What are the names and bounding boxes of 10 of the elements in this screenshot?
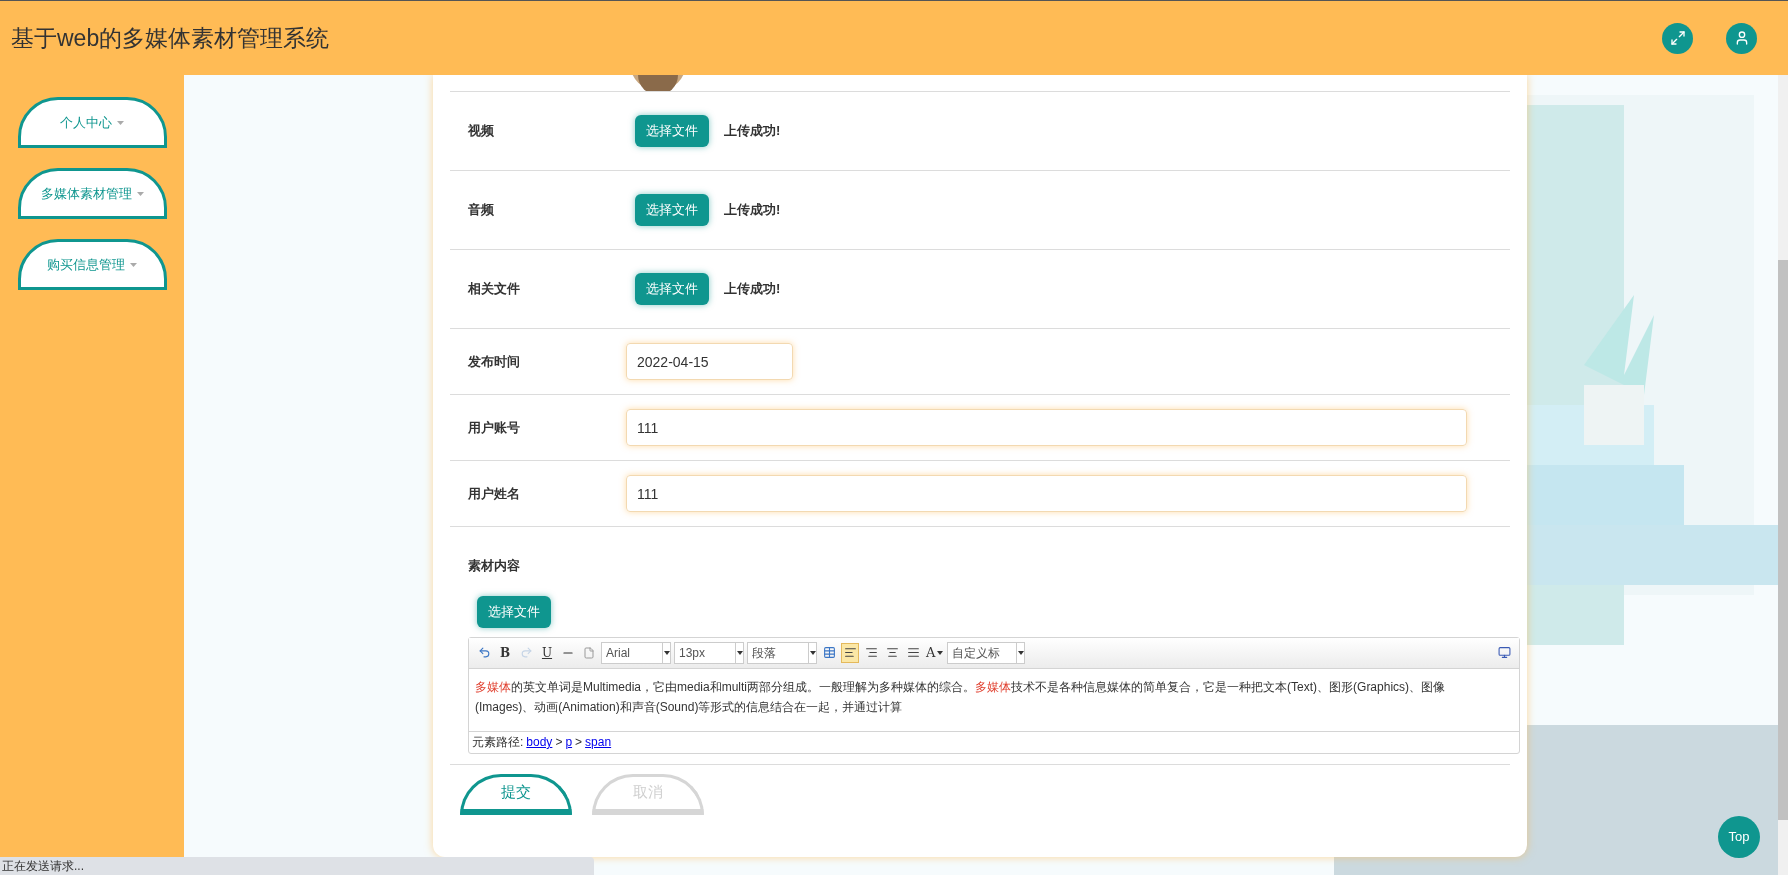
expand-icon bbox=[1669, 30, 1686, 46]
fullscreen-button[interactable] bbox=[1662, 22, 1693, 54]
caret-icon bbox=[136, 191, 144, 196]
user-button[interactable] bbox=[1726, 22, 1757, 54]
caret-icon bbox=[130, 262, 137, 267]
sidebar-menu-item[interactable]: 购买信息管理 bbox=[17, 239, 167, 290]
sidebar-menu-item[interactable]: 个人中心 bbox=[17, 97, 167, 148]
caret-icon bbox=[117, 120, 124, 125]
sidebar-menu-item[interactable]: 多媒体素材管理 bbox=[17, 168, 167, 219]
app-title: 基于web的多媒体素材管理系统 bbox=[11, 23, 331, 53]
